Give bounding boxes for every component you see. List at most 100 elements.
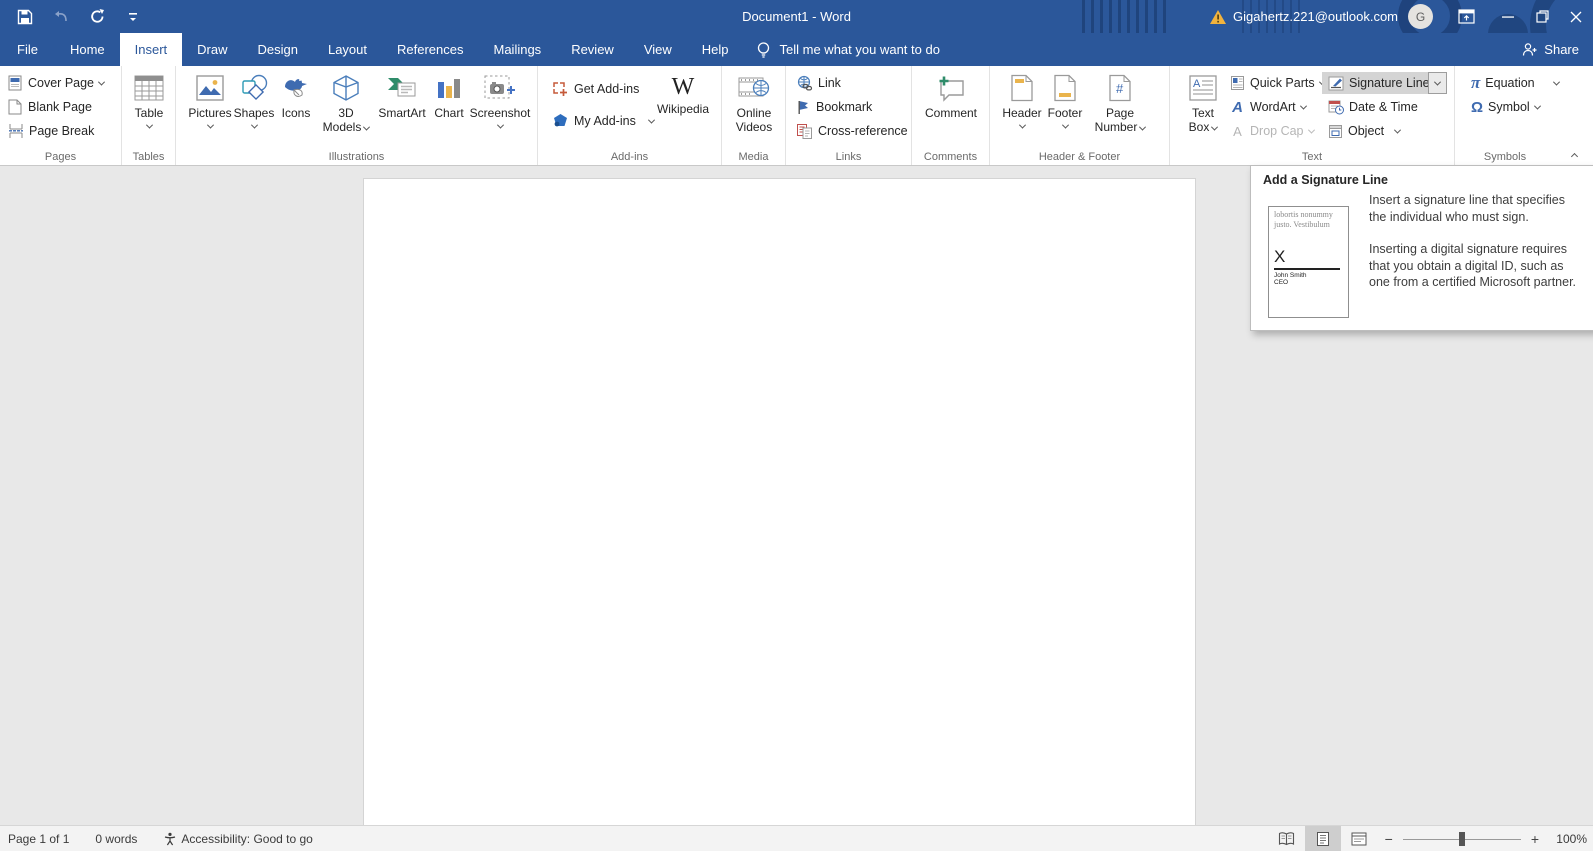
accessibility-label: Accessibility: Good to go	[181, 832, 313, 846]
tab-home[interactable]: Home	[55, 33, 120, 66]
signature-line-tooltip: Add a Signature Line lobortis nonummy ju…	[1250, 165, 1593, 331]
group-pages: Cover Page Blank Page Page Break Pages	[0, 66, 122, 165]
close-button[interactable]	[1559, 0, 1593, 33]
document-page[interactable]	[363, 178, 1196, 825]
header-button[interactable]: Header	[1000, 70, 1044, 129]
chevron-down-icon	[1211, 123, 1219, 131]
cross-reference-button[interactable]: Cross-reference	[796, 120, 908, 142]
word-count[interactable]: 0 words	[95, 832, 137, 846]
blank-page-icon	[8, 99, 22, 115]
object-button[interactable]: Object	[1322, 120, 1406, 142]
zoom-level[interactable]: 100%	[1547, 832, 1587, 846]
minimize-button[interactable]	[1491, 0, 1525, 33]
signature-line-label: Signature Line	[1349, 76, 1430, 90]
group-label-tables: Tables	[132, 151, 165, 163]
comment-label: Comment	[924, 106, 977, 120]
icons-button[interactable]: Icons	[276, 70, 316, 120]
tooltip-title: Add a Signature Line	[1263, 173, 1389, 187]
my-add-ins-button[interactable]: My Add-ins	[552, 110, 655, 132]
chart-button[interactable]: Chart	[430, 70, 468, 120]
preview-signer-title: CEO	[1274, 279, 1289, 286]
link-button[interactable]: Link	[796, 72, 841, 94]
tab-references[interactable]: References	[382, 33, 478, 66]
comment-button[interactable]: Comment	[919, 70, 983, 120]
lightbulb-icon	[756, 41, 771, 59]
link-label: Link	[818, 76, 841, 90]
pictures-button[interactable]: Pictures	[188, 70, 232, 129]
ribbon-display-options-icon[interactable]	[1449, 0, 1483, 33]
tab-help[interactable]: Help	[687, 33, 744, 66]
3d-models-button[interactable]: 3D Models	[320, 70, 372, 134]
wikipedia-button[interactable]: W Wikipedia	[650, 72, 716, 117]
quick-parts-button[interactable]: Quick Parts	[1230, 72, 1326, 94]
warning-icon[interactable]	[1209, 9, 1227, 25]
tab-mailings[interactable]: Mailings	[479, 33, 557, 66]
text-box-label: Text Box	[1189, 106, 1219, 134]
group-label-illustrations: Illustrations	[328, 151, 385, 163]
cross-reference-label: Cross-reference	[818, 124, 908, 138]
tab-review[interactable]: Review	[556, 33, 629, 66]
symbol-button[interactable]: Ω Symbol	[1471, 96, 1541, 118]
zoom-out-button[interactable]: −	[1377, 831, 1401, 847]
tab-insert[interactable]: Insert	[119, 33, 183, 66]
page-break-button[interactable]: Page Break	[8, 120, 94, 142]
drop-cap-button[interactable]: A Drop Cap	[1230, 120, 1315, 142]
accessibility-status[interactable]: Accessibility: Good to go	[163, 832, 313, 846]
signature-line-dropdown[interactable]	[1428, 72, 1447, 94]
bookmark-button[interactable]: Bookmark	[796, 96, 872, 118]
zoom-in-button[interactable]: +	[1523, 831, 1547, 847]
share-button[interactable]: Share	[1522, 33, 1579, 66]
group-text: A Text Box Quick Parts A WordArt A Drop C…	[1170, 66, 1455, 165]
smartart-button[interactable]: SmartArt	[374, 70, 430, 120]
zoom-slider[interactable]	[1402, 826, 1521, 851]
3d-models-label: 3D Models	[323, 106, 371, 134]
smartart-icon	[386, 70, 418, 106]
save-icon[interactable]	[14, 5, 36, 29]
shapes-button[interactable]: Shapes	[232, 70, 276, 129]
cross-reference-icon	[797, 123, 812, 139]
preview-signature-line	[1274, 268, 1340, 270]
customize-quick-access-toolbar-icon[interactable]	[122, 5, 144, 29]
maximize-button[interactable]	[1525, 0, 1559, 33]
equation-button[interactable]: π Equation	[1471, 72, 1560, 94]
footer-button[interactable]: Footer	[1044, 70, 1086, 129]
print-layout-button[interactable]	[1304, 826, 1341, 851]
print-layout-icon	[1316, 832, 1329, 846]
tell-me-box[interactable]: Tell me what you want to do	[744, 33, 952, 66]
tab-view[interactable]: View	[629, 33, 687, 66]
get-add-ins-button[interactable]: Get Add-ins	[552, 78, 639, 100]
page-number-button[interactable]: # Page Number	[1090, 70, 1150, 134]
table-button[interactable]: Table	[127, 70, 171, 129]
chevron-down-icon	[1394, 126, 1402, 134]
screenshot-icon	[483, 70, 517, 106]
wordart-button[interactable]: A WordArt	[1230, 96, 1307, 118]
text-box-button[interactable]: A Text Box	[1180, 70, 1226, 134]
page-indicator[interactable]: Page 1 of 1	[8, 832, 69, 846]
tab-draw[interactable]: Draw	[182, 33, 242, 66]
group-comments: Comment Comments	[912, 66, 990, 165]
blank-page-label: Blank Page	[28, 100, 92, 114]
avatar[interactable]: G	[1408, 4, 1433, 29]
read-mode-button[interactable]	[1269, 826, 1305, 851]
cover-page-button[interactable]: Cover Page	[8, 72, 106, 94]
zoom-slider-thumb[interactable]	[1459, 832, 1466, 846]
preview-signer-name: John Smith	[1274, 272, 1307, 279]
group-header-footer: Header Footer # Page Number Header & Foot…	[990, 66, 1170, 165]
header-label: Header	[1002, 106, 1042, 120]
tab-layout[interactable]: Layout	[313, 33, 382, 66]
account-email[interactable]: Gigahertz.221@outlook.com	[1233, 9, 1398, 24]
screenshot-button[interactable]: Screenshot	[468, 70, 532, 129]
date-time-button[interactable]: Date & Time	[1322, 96, 1424, 118]
tab-design[interactable]: Design	[243, 33, 313, 66]
3d-models-icon	[331, 70, 361, 106]
blank-page-button[interactable]: Blank Page	[8, 96, 92, 118]
redo-icon[interactable]	[86, 5, 108, 29]
online-videos-button[interactable]: Online Videos	[724, 70, 784, 134]
tab-file[interactable]: File	[0, 33, 55, 66]
drop-cap-icon: A	[1233, 123, 1242, 139]
signature-line-button[interactable]: Signature Line	[1322, 72, 1436, 94]
bookmark-icon	[798, 101, 808, 114]
icons-label: Icons	[281, 106, 311, 120]
web-layout-button[interactable]	[1341, 826, 1377, 851]
wordart-label: WordArt	[1250, 100, 1296, 114]
